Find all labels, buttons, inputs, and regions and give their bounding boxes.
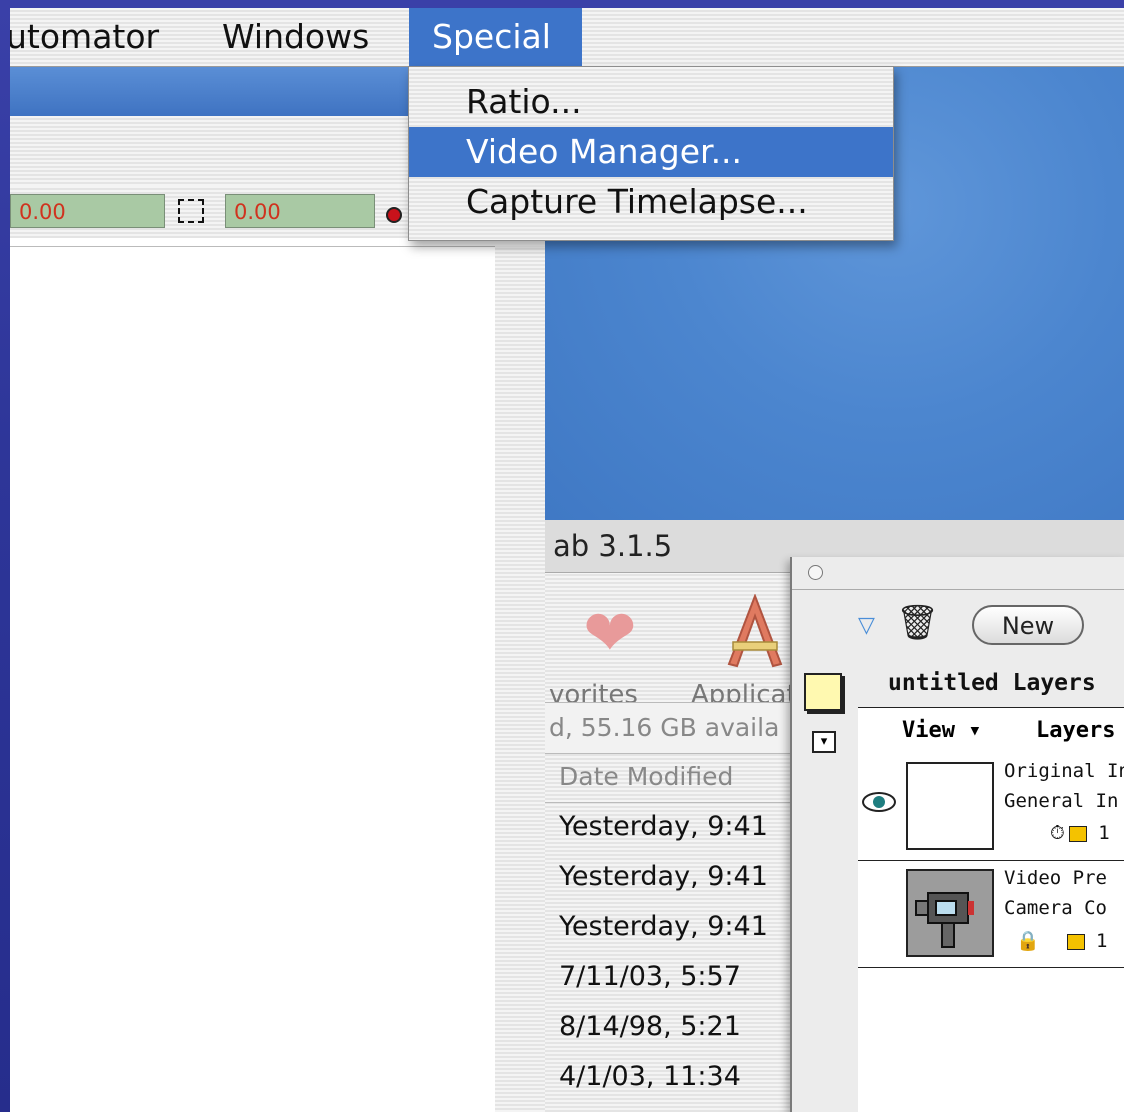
trash-icon[interactable]: 🗑 [896, 603, 939, 643]
layer-name: Video Pre [1004, 867, 1107, 889]
view-menu[interactable]: View ▾ [902, 708, 981, 754]
layers-document-title: untitled Layers [888, 670, 1096, 696]
menu-automator[interactable]: utomator [10, 16, 159, 58]
layer-row-original[interactable]: Original In General In ⏱ 1 [858, 754, 1124, 861]
layer-status: 🔒 1 [1016, 930, 1108, 952]
video-camera-icon [915, 892, 974, 948]
finder-toolbar: ❤ vorites Applicat [545, 572, 805, 710]
menu-item-capture-timelapse[interactable]: Capture Timelapse... [409, 177, 893, 227]
layer-thumbnail [906, 762, 994, 850]
selection-icon[interactable] [178, 199, 204, 223]
menu-windows[interactable]: Windows [222, 16, 369, 58]
list-item[interactable]: 8/14/98, 5:21 [545, 1002, 805, 1052]
file-list: Yesterday, 9:41 Yesterday, 9:41 Yesterda… [545, 802, 805, 1102]
new-layer-button[interactable]: New [972, 605, 1084, 645]
menu-item-ratio[interactable]: Ratio... [409, 77, 893, 127]
record-icon[interactable] [386, 207, 402, 223]
layer-status: ⏱ 1 [1050, 822, 1110, 844]
folder-icon [1066, 933, 1085, 950]
folder-icon [1068, 825, 1087, 842]
menu-special[interactable]: Special [409, 8, 582, 66]
document-icon[interactable] [804, 673, 842, 711]
layers-toolbar: ▽ 🗑 New [792, 589, 1124, 659]
menu-item-video-manager[interactable]: Video Manager... [409, 127, 893, 177]
finder-title: ab 3.1.5 [553, 529, 673, 563]
lock-icon: 🔒 [1016, 930, 1040, 952]
value-field-2[interactable]: 0.00 [225, 194, 375, 228]
clock-icon: ⏱ [1050, 822, 1065, 844]
favorites-icon[interactable]: ❤ [583, 602, 637, 666]
menu-special-label: Special [432, 17, 551, 56]
screen: 0.00 0.00 utomator Windows Special Ratio… [10, 8, 1124, 1112]
layers-column-label: Layers [1036, 718, 1116, 743]
status-text: d, 55.16 GB availa [549, 713, 780, 742]
layer-name: Original In [1004, 760, 1124, 782]
list-item[interactable]: 4/1/03, 11:34 [545, 1052, 805, 1102]
layers-palette: ▽ 🗑 New ▾ untitled Layers View ▾ Layers … [790, 557, 1124, 1112]
layer-list: Original In General In ⏱ 1 Video Pre Cam… [858, 754, 1124, 1112]
left-window-scrollbar[interactable] [495, 246, 545, 1112]
applications-icon[interactable] [725, 594, 785, 674]
layer-row-video-preview[interactable]: Video Pre Camera Co 🔒 1 [858, 861, 1124, 968]
layers-titlebar[interactable] [792, 557, 1124, 590]
layer-type: Camera Co [1004, 897, 1107, 919]
list-item[interactable]: Yesterday, 9:41 [545, 802, 805, 852]
layers-column-headers: View ▾ Layers [858, 707, 1124, 755]
value-field-1[interactable]: 0.00 [10, 194, 165, 228]
menubar: utomator Windows Special [10, 8, 1124, 67]
popup-menu-icon[interactable]: ▾ [812, 731, 836, 753]
list-item[interactable]: 7/11/03, 5:57 [545, 952, 805, 1002]
left-window-content [10, 246, 495, 1112]
eye-icon[interactable] [862, 792, 896, 812]
disclosure-triangle-icon[interactable]: ▽ [858, 613, 875, 638]
list-item[interactable]: Yesterday, 9:41 [545, 852, 805, 902]
list-item[interactable]: Yesterday, 9:41 [545, 902, 805, 952]
layers-sidebar: ▾ [792, 659, 858, 1112]
finder-status-bar: d, 55.16 GB availa [545, 702, 805, 754]
special-dropdown-menu: Ratio... Video Manager... Capture Timela… [408, 66, 894, 241]
date-modified-header[interactable]: Date Modified [545, 752, 805, 803]
close-button[interactable] [808, 565, 823, 580]
video-camera-thumbnail [906, 869, 994, 957]
layer-type: General In [1004, 790, 1119, 812]
